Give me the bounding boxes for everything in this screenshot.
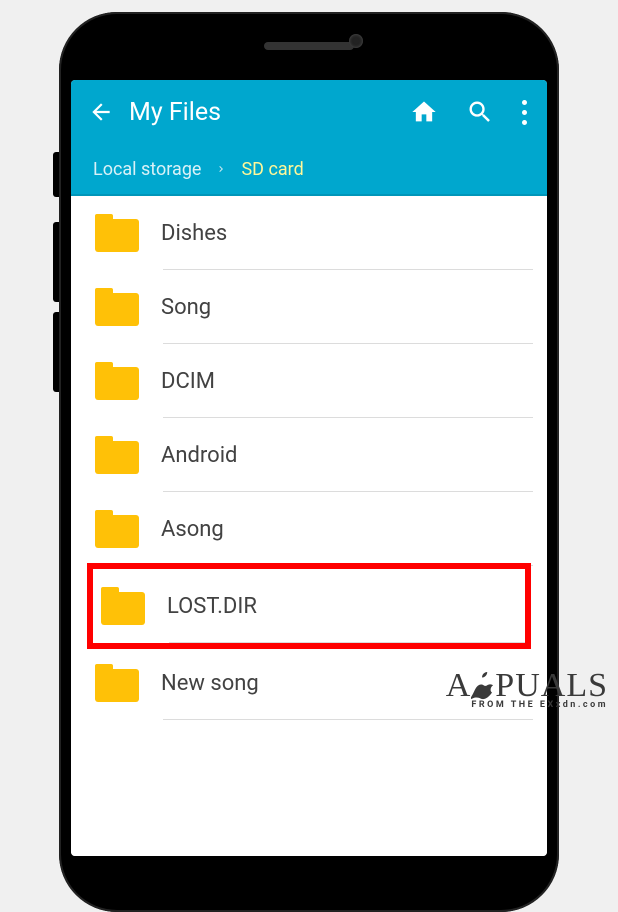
highlight-annotation: LOST.DIR [87,563,531,649]
overflow-menu-button[interactable] [522,100,527,125]
folder-label: New song [161,671,259,696]
apple-icon [471,672,495,700]
folder-icon [95,362,139,400]
folder-icon [95,288,139,326]
phone-side-button [53,152,59,197]
phone-speaker [264,42,354,50]
folder-icon [95,436,139,474]
home-icon [410,98,438,126]
list-item[interactable]: LOST.DIR [93,569,525,643]
breadcrumb: Local storage SD card [71,144,547,196]
watermark-subtext: FROM THE EX [471,701,555,710]
app-bar: My Files [71,80,547,144]
phone-camera [349,34,363,48]
folder-label: Song [161,295,211,320]
arrow-back-icon [88,99,114,125]
phone-volume-down-button [53,312,59,392]
overflow-icon [522,100,527,125]
watermark-text: PUALS [495,667,608,704]
app-bar-actions [410,98,533,126]
search-icon [466,98,494,126]
divider [169,642,525,643]
folder-icon [101,587,145,625]
list-item[interactable]: Dishes [71,196,547,270]
folder-icon [95,510,139,548]
watermark-text: A [446,667,472,704]
folder-label: Dishes [161,221,227,246]
app-title: My Files [129,98,410,127]
search-button[interactable] [466,98,494,126]
list-item[interactable]: DCIM [71,344,547,418]
breadcrumb-current[interactable]: SD card [241,159,303,180]
folder-label: LOST.DIR [167,594,257,619]
folder-list[interactable]: Dishes Song DCIM Android Asong [71,196,547,856]
list-item[interactable]: Android [71,418,547,492]
phone-frame: My Files Local storage SD card [59,12,559,912]
watermark-subtext: xdn.com [556,701,608,710]
back-button[interactable] [85,99,117,125]
breadcrumb-parent[interactable]: Local storage [93,159,201,180]
home-button[interactable] [410,98,438,126]
watermark: A PUALS FROM THE EXxdn.com [446,669,608,710]
screen: My Files Local storage SD card [71,80,547,856]
list-item[interactable]: Asong [71,492,547,566]
chevron-right-icon [215,159,227,180]
list-item[interactable]: Song [71,270,547,344]
folder-icon [95,664,139,702]
folder-label: Android [161,443,237,468]
phone-volume-up-button [53,222,59,302]
watermark-brand: A PUALS [446,669,608,703]
folder-icon [95,214,139,252]
folder-label: Asong [161,517,224,542]
folder-label: DCIM [161,369,215,394]
